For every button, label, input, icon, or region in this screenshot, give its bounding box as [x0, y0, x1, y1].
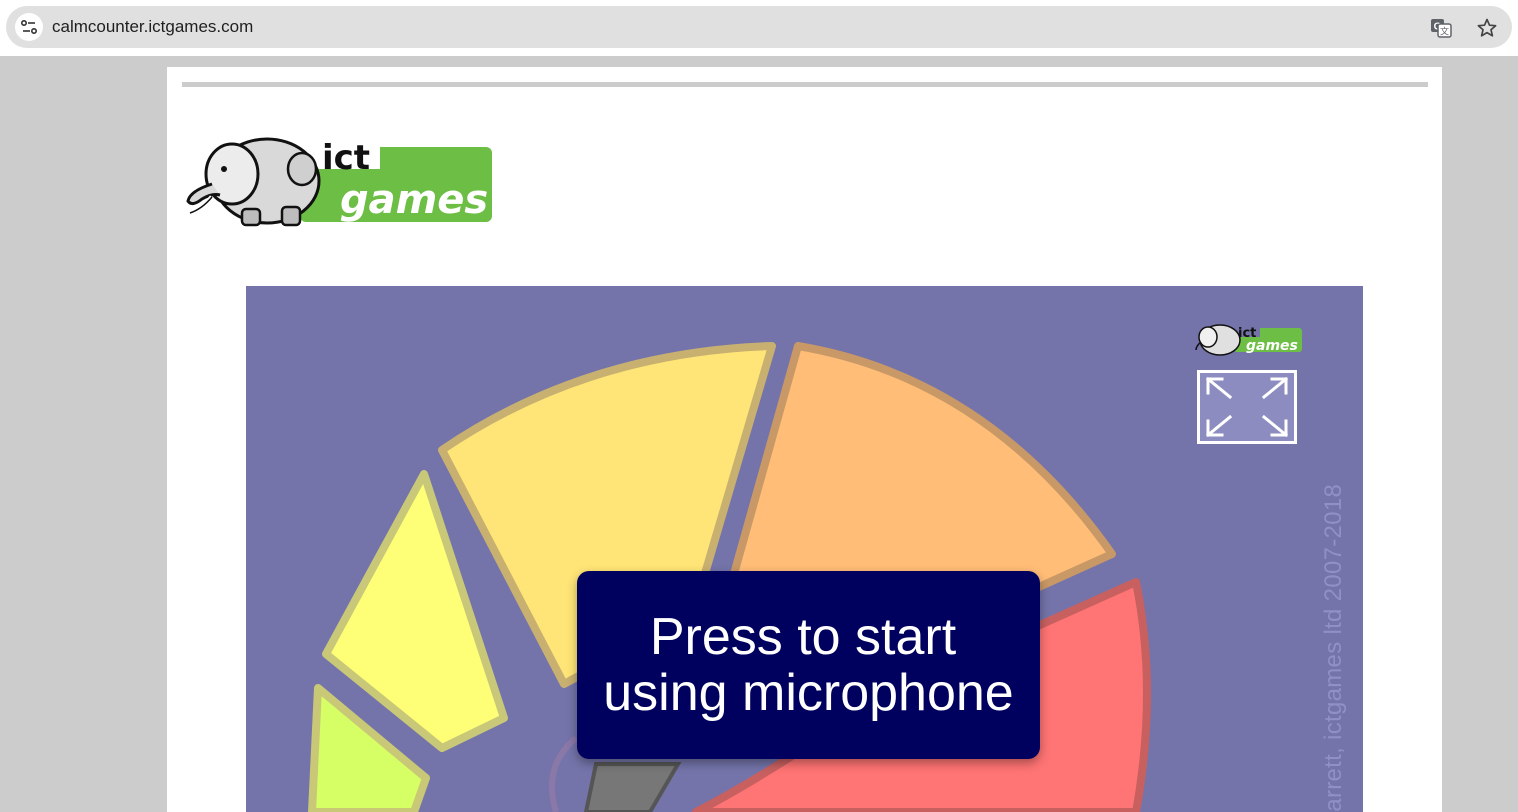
site-info-icon[interactable] — [15, 13, 43, 41]
start-button-line1: Press to start — [649, 608, 957, 666]
svg-text:文: 文 — [1440, 26, 1449, 37]
gauge-needle — [583, 762, 682, 812]
elephant-icon — [186, 137, 321, 227]
copyright-text: Barrett, ictgames ltd 2007-2018 — [1320, 483, 1347, 812]
fullscreen-button[interactable] — [1197, 370, 1297, 444]
page-container: ict games ict games Barrett, ictgames lt… — [167, 67, 1442, 812]
svg-text:games: games — [340, 177, 488, 223]
calm-counter-game[interactable]: ict games Barrett, ictgames ltd 2007-201… — [246, 286, 1363, 812]
url-text[interactable]: calmcounter.ictgames.com — [52, 17, 253, 37]
ictgames-small-logo[interactable]: ict games — [1194, 320, 1304, 358]
browser-toolbar: calmcounter.ictgames.com G 文 — [0, 0, 1518, 56]
bookmark-star-icon[interactable] — [1475, 16, 1499, 40]
translate-icon[interactable]: G 文 — [1429, 16, 1453, 40]
address-bar[interactable]: calmcounter.ictgames.com G 文 — [6, 6, 1512, 48]
svg-text:ict: ict — [322, 138, 370, 178]
svg-text:games: games — [1246, 338, 1298, 354]
ictgames-logo[interactable]: ict games — [182, 129, 494, 231]
start-button-line2: using microphone — [603, 664, 1014, 722]
expand-arrows-icon — [1205, 376, 1289, 438]
start-microphone-button[interactable]: Press to start using microphone — [577, 571, 1040, 759]
divider — [182, 82, 1428, 87]
